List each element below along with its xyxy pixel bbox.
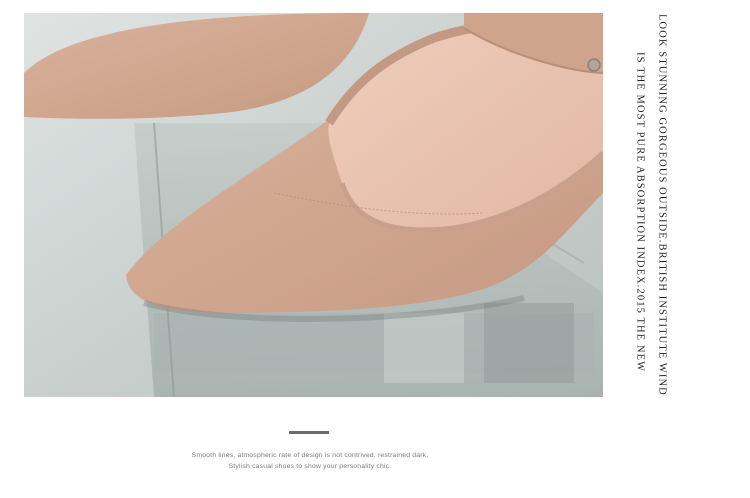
vertical-slogan-line-2: IS THE MOST PURE ABSORPTION INDEX.2015 T… — [634, 52, 646, 373]
vertical-slogan: LOOK STUNNING GORGEOUS OUTSIDE.BRITISH I… — [612, 14, 692, 414]
vertical-slogan-line-1: LOOK STUNNING GORGEOUS OUTSIDE.BRITISH I… — [656, 14, 668, 396]
caption-line-2: Stylish casual shoes to show your person… — [228, 463, 392, 470]
strap-buckle — [587, 58, 601, 72]
product-photo — [24, 13, 603, 397]
divider-bar — [289, 431, 329, 434]
caption-line-1: Smooth lines, atmospheric rate of design… — [191, 452, 429, 459]
